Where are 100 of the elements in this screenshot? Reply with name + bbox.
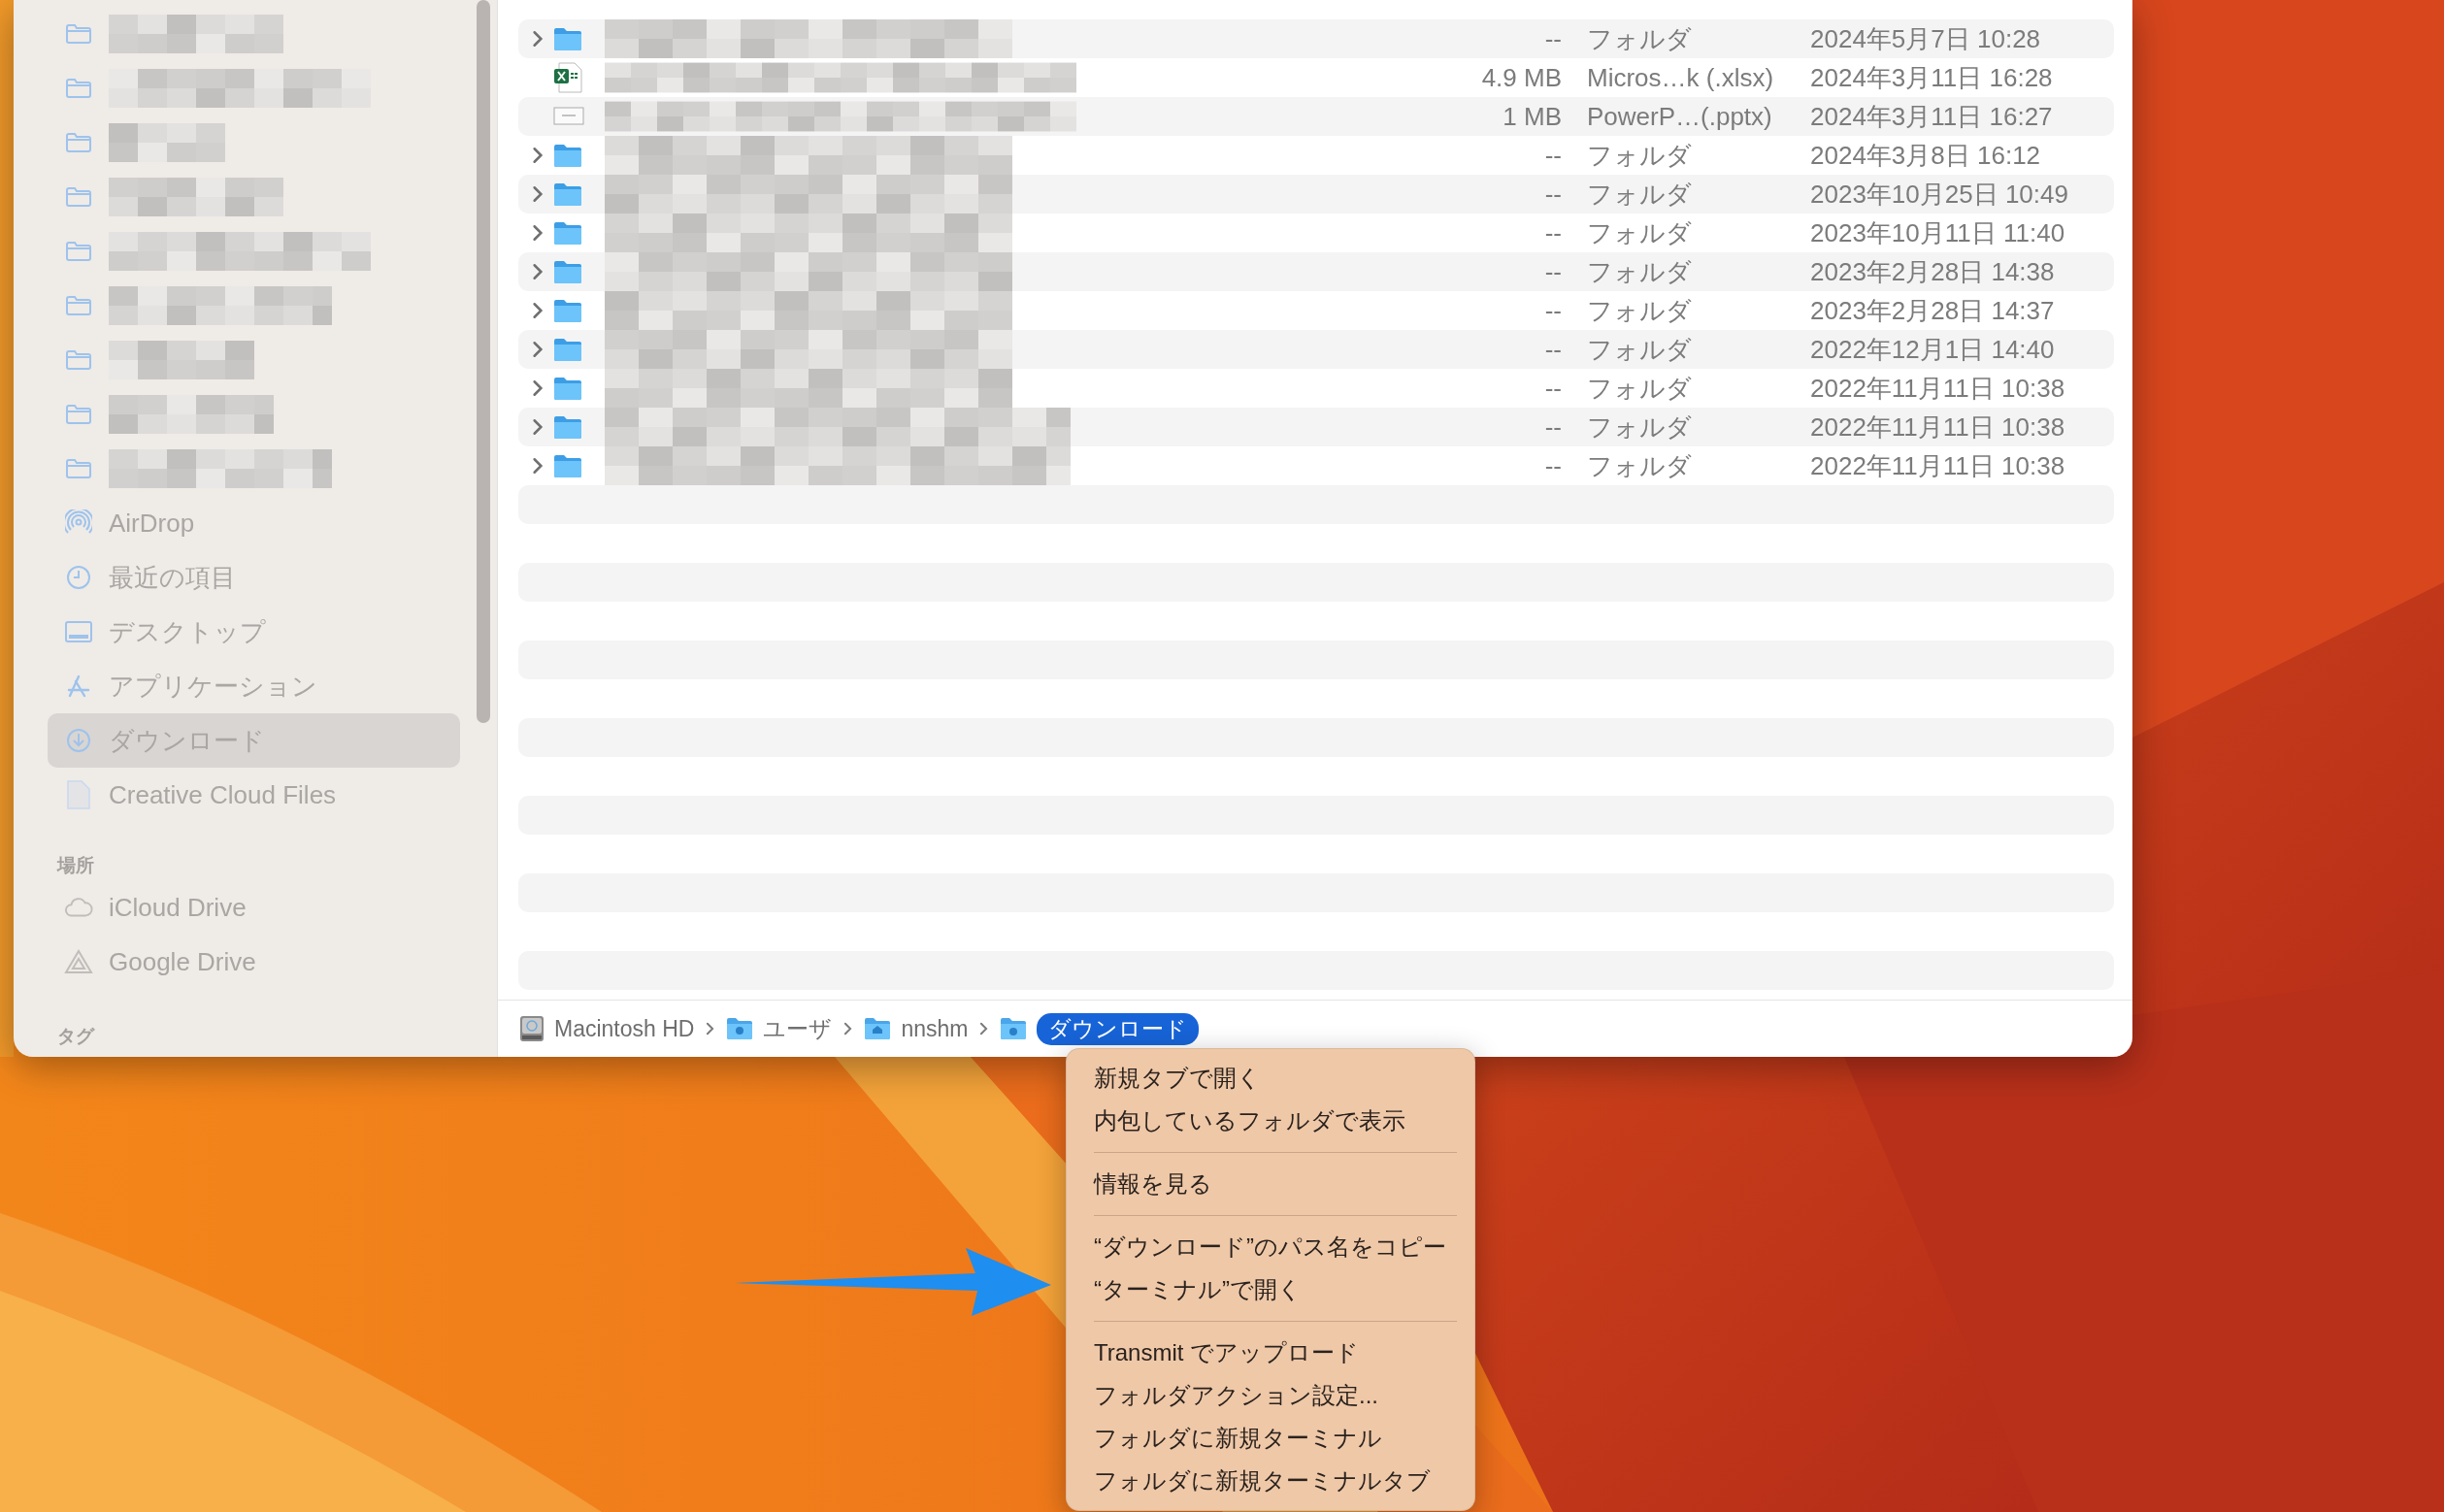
file-size: --	[1544, 295, 1562, 326]
file-kind: フォルダ	[1586, 411, 1693, 444]
sidebar-section-title: タグ	[57, 1025, 96, 1048]
menu-item[interactable]: フォルダに新規ターミナル	[1067, 1417, 1474, 1460]
expand-chevron-icon	[532, 341, 544, 358]
file-date: 2022年12月1日 14:40	[1810, 333, 2056, 366]
file-size: --	[1544, 334, 1562, 365]
expand-chevron-icon	[532, 147, 544, 164]
expand-chevron-icon	[532, 263, 544, 280]
file-date: 2023年2月28日 14:37	[1810, 294, 2056, 327]
scrollbar[interactable]	[477, 0, 490, 723]
file-size: --	[1544, 373, 1562, 404]
file-date: 2022年11月11日 10:38	[1810, 372, 2066, 405]
folder-icon	[553, 376, 582, 401]
file-date: 2022年11月11日 10:38	[1810, 411, 2066, 444]
menu-item[interactable]: Transmit でアップロード	[1067, 1331, 1474, 1374]
folder-icon	[553, 259, 582, 284]
file-size: --	[1544, 256, 1562, 287]
folder-icon	[65, 23, 92, 45]
folder-icon	[65, 295, 92, 316]
cloud-icon	[64, 897, 93, 918]
chevron-icon	[706, 1022, 715, 1035]
folder-icon	[726, 1017, 754, 1040]
expand-chevron-icon	[532, 30, 544, 48]
chevron-icon	[979, 1022, 989, 1035]
file-size: --	[1544, 179, 1562, 210]
clock-icon	[65, 564, 92, 591]
path-item[interactable]: ユーザ	[763, 1013, 833, 1044]
folder-icon	[65, 349, 92, 371]
menu-item[interactable]: フォルダアクション設定...	[1067, 1374, 1474, 1417]
file-size: --	[1544, 450, 1562, 481]
folder-icon	[65, 78, 92, 99]
file-row[interactable]: -- フォルダ 2022年11月11日 10:38	[518, 369, 2114, 408]
folder-icon	[553, 143, 582, 168]
folder-icon	[65, 132, 92, 153]
slide-file-icon	[553, 107, 584, 126]
file-row[interactable]: 4.9 MB Micros…k (.xlsx) 2024年3月11日 16:28	[518, 58, 2114, 97]
file-kind: フォルダ	[1586, 255, 1693, 288]
file-row[interactable]: -- フォルダ 2022年11月11日 10:38	[518, 446, 2114, 485]
folder-icon	[553, 414, 582, 440]
menu-item[interactable]: “ダウンロード”のパス名をコピー	[1067, 1226, 1474, 1268]
menu-item[interactable]: フォルダに新規ターミナルタブ	[1067, 1460, 1474, 1502]
menu-item[interactable]: “ターミナル”で開く	[1067, 1268, 1474, 1311]
expand-chevron-icon	[532, 379, 544, 397]
file-date: 2024年3月8日 16:12	[1810, 139, 2042, 172]
file-date: 2024年5月7日 10:28	[1810, 22, 2042, 55]
folder-icon	[553, 298, 582, 323]
chevron-icon	[843, 1022, 853, 1035]
file-size: 4.9 MB	[1481, 62, 1562, 93]
triangle-drive-icon	[64, 949, 93, 974]
file-size: --	[1544, 217, 1562, 248]
file-date: 2024年3月11日 16:27	[1810, 100, 2054, 133]
folder-icon	[553, 181, 582, 207]
file-size: --	[1544, 411, 1562, 443]
expand-chevron-icon	[532, 418, 544, 436]
file-date: 2023年2月28日 14:38	[1810, 255, 2056, 288]
folder-icon	[553, 220, 582, 246]
file-row[interactable]: 1 MB PowerP…(.pptx) 2024年3月11日 16:27	[518, 97, 2114, 136]
file-row[interactable]: -- フォルダ 2024年5月7日 10:28	[518, 19, 2114, 58]
menu-item[interactable]: 情報を見る	[1067, 1163, 1474, 1205]
path-item[interactable]: nnshm	[901, 1015, 969, 1042]
file-row[interactable]: -- フォルダ 2023年10月11日 11:40	[518, 214, 2114, 252]
download-icon	[65, 727, 92, 754]
app-store-icon	[65, 673, 92, 700]
file-date: 2023年10月25日 10:49	[1810, 178, 2069, 211]
file-kind: フォルダ	[1586, 178, 1693, 211]
file-date: 2022年11月11日 10:38	[1810, 449, 2066, 482]
path-item[interactable]: Macintosh HD	[554, 1015, 695, 1042]
menu-item[interactable]: 新規タブで開く	[1067, 1057, 1474, 1100]
expand-chevron-icon	[532, 185, 544, 203]
sidebar-section-title: 場所	[57, 854, 95, 877]
menu-item[interactable]: 内包しているフォルダで表示	[1067, 1100, 1474, 1142]
file-kind: フォルダ	[1586, 139, 1693, 172]
file-row[interactable]: -- フォルダ 2024年3月8日 16:12	[518, 136, 2114, 175]
file-kind: フォルダ	[1586, 372, 1693, 405]
file-row[interactable]: -- フォルダ 2023年2月28日 14:37	[518, 291, 2114, 330]
expand-chevron-icon	[532, 457, 544, 475]
hard-drive-icon	[519, 1015, 545, 1042]
folder-icon	[65, 241, 92, 262]
folder-icon	[65, 404, 92, 425]
document-icon	[66, 779, 91, 810]
spreadsheet-file-icon	[553, 62, 582, 93]
expand-chevron-icon	[532, 224, 544, 242]
file-row[interactable]: -- フォルダ 2022年12月1日 14:40	[518, 330, 2114, 369]
file-kind: フォルダ	[1586, 333, 1693, 366]
file-size: --	[1544, 23, 1562, 54]
folder-icon	[65, 458, 92, 479]
file-kind: フォルダ	[1586, 449, 1693, 482]
file-kind: PowerP…(.pptx)	[1586, 101, 1773, 132]
file-row[interactable]: -- フォルダ 2023年10月25日 10:49	[518, 175, 2114, 214]
file-kind: Micros…k (.xlsx)	[1586, 62, 1775, 93]
file-row[interactable]: -- フォルダ 2023年2月28日 14:38	[518, 252, 2114, 291]
file-size: 1 MB	[1503, 101, 1562, 132]
file-row[interactable]: -- フォルダ 2022年11月11日 10:38	[518, 408, 2114, 446]
folder-icon	[553, 337, 582, 362]
file-size: --	[1544, 140, 1562, 171]
folder-icon	[864, 1017, 892, 1040]
desktop-icon	[64, 620, 93, 643]
path-item[interactable]: ダウンロード	[1037, 1012, 1200, 1045]
file-date: 2023年10月11日 11:40	[1810, 216, 2066, 249]
